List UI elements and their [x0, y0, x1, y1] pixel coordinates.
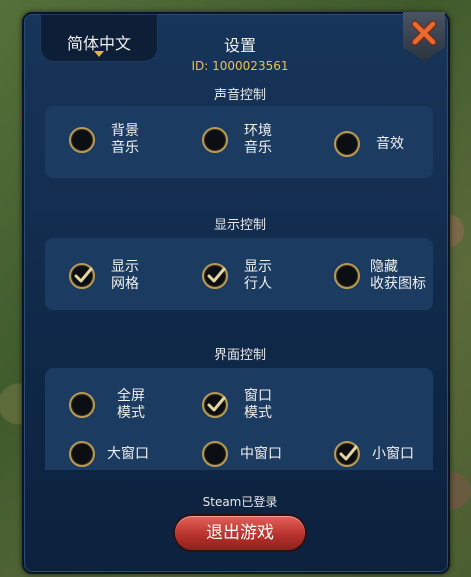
ui-options-box: 全屏 模式 窗口 模式 大窗口 中窗口 小窗口 [45, 368, 433, 470]
display-section-title: 显示控制 [213, 218, 266, 233]
checkbox[interactable] [69, 263, 95, 289]
checkbox[interactable] [334, 263, 360, 289]
checkbox[interactable] [69, 127, 95, 153]
sound-options-box: 背景 音乐 环境 音乐 音效 [45, 106, 433, 178]
checkbox[interactable] [202, 127, 228, 153]
checkbox[interactable] [69, 392, 95, 418]
checkbox[interactable] [202, 392, 228, 418]
checkbox[interactable] [69, 441, 95, 467]
checkbox[interactable] [334, 441, 360, 467]
exit-game-button[interactable]: 退出游戏 [175, 516, 305, 550]
option-label: 音效 [376, 135, 404, 152]
option-label: 中窗口 [240, 445, 282, 462]
sound-section-title: 声音控制 [213, 88, 266, 103]
page-title: 设置 [223, 36, 256, 55]
option-label: 全屏 模式 [117, 388, 145, 421]
option-ambient-music[interactable]: 环境 音乐 [202, 123, 272, 157]
chevron-down-icon [94, 51, 104, 57]
option-show-grid[interactable]: 显示 网格 [69, 259, 139, 293]
player-id: ID: 1000023561 [191, 59, 289, 73]
option-large-window[interactable]: 大窗口 [69, 441, 149, 467]
option-small-window[interactable]: 小窗口 [334, 441, 414, 467]
checkbox[interactable] [334, 131, 360, 157]
option-fullscreen[interactable]: 全屏 模式 [69, 388, 145, 422]
ui-section-title: 界面控制 [213, 348, 266, 363]
checkmark-icon [74, 267, 93, 283]
checkbox[interactable] [202, 441, 228, 467]
option-label: 显示 行人 [244, 259, 272, 292]
option-label: 环境 音乐 [244, 123, 272, 156]
option-background-music[interactable]: 背景 音乐 [69, 123, 139, 157]
option-medium-window[interactable]: 中窗口 [202, 441, 282, 467]
close-icon [411, 20, 437, 46]
display-options-box: 显示 网格 显示 行人 隐藏 收获图标 [45, 238, 433, 310]
option-hide-harvest-icons[interactable]: 隐藏 收获图标 [334, 259, 426, 293]
option-label: 背景 音乐 [111, 123, 139, 156]
checkmark-icon [207, 267, 226, 283]
option-sound-effects[interactable]: 音效 [334, 131, 404, 157]
steam-status: Steam已登录 [202, 495, 278, 509]
option-windowed[interactable]: 窗口 模式 [202, 388, 272, 422]
option-label: 窗口 模式 [244, 388, 272, 421]
option-label: 隐藏 收获图标 [370, 259, 426, 292]
option-label: 大窗口 [107, 445, 149, 462]
checkmark-icon [207, 396, 226, 412]
checkmark-icon [339, 445, 358, 461]
option-show-pedestrians[interactable]: 显示 行人 [202, 259, 272, 293]
option-label: 显示 网格 [111, 259, 139, 292]
checkbox[interactable] [202, 263, 228, 289]
option-label: 小窗口 [372, 445, 414, 462]
